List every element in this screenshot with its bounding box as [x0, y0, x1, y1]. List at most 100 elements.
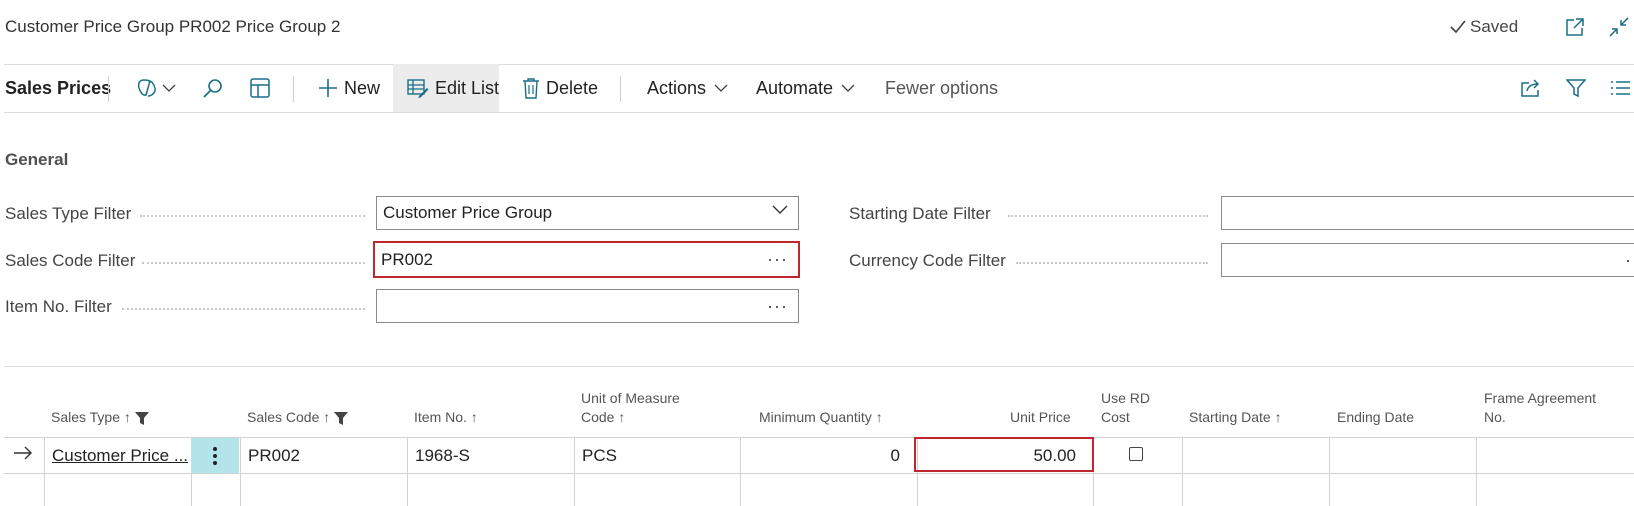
label-leader-dots	[122, 308, 365, 310]
grid-col-line	[407, 437, 408, 506]
starting-date-filter-input[interactable]	[1221, 196, 1634, 230]
collapse-icon[interactable]	[1607, 15, 1631, 39]
fewer-options-button[interactable]: Fewer options	[885, 64, 998, 112]
toolbar-page-title: Sales Prices	[5, 77, 112, 98]
chevron-down-icon	[841, 84, 855, 92]
grid-row-line	[4, 437, 1634, 438]
chevron-down-icon	[714, 84, 728, 92]
currency-code-filter-label: Currency Code Filter	[849, 251, 1006, 270]
filter-icon	[134, 411, 149, 425]
sort-up-icon: ↑	[875, 409, 883, 425]
label-leader-dots	[142, 262, 365, 264]
col-header-label: Sales Type	[51, 409, 121, 425]
use-rd-cost-checkbox[interactable]	[1129, 447, 1143, 461]
share-button[interactable]	[1520, 64, 1542, 112]
item-no-filter-input[interactable]: ···	[376, 289, 799, 323]
col-header-label: Item No.	[414, 409, 467, 425]
toolbar-separator	[108, 76, 109, 102]
plus-icon	[318, 78, 338, 98]
edit-grid-icon	[407, 78, 429, 98]
list-icon	[1610, 79, 1630, 97]
share-icon	[1520, 78, 1542, 98]
actions-menu[interactable]: Actions	[647, 64, 728, 112]
cell-sales-type[interactable]: Customer Price ...	[52, 446, 188, 466]
layout-button[interactable]	[249, 64, 271, 112]
sales-code-filter-input[interactable]: PR002 ···	[373, 241, 800, 278]
grid-col-line	[240, 437, 241, 506]
automate-label: Automate	[756, 77, 834, 98]
col-header-label: Unit of Measure	[581, 390, 680, 406]
edit-list-button[interactable]: Edit List	[393, 64, 499, 112]
col-header-label: Code	[581, 409, 615, 425]
col-header-unit-of-measure-code[interactable]: Unit of Measure Code ↑	[581, 389, 680, 427]
saved-status: Saved	[1450, 17, 1518, 37]
actions-label: Actions	[647, 77, 707, 98]
sales-type-filter-select[interactable]: Customer Price Group	[376, 196, 799, 230]
page-title: Customer Price Group PR002 Price Group 2	[5, 17, 341, 36]
col-header-unit-price[interactable]: Unit Price	[1010, 408, 1071, 427]
search-icon	[202, 77, 224, 99]
grid-col-line	[1182, 437, 1183, 506]
checkmark-icon	[1450, 20, 1466, 34]
col-header-sales-code[interactable]: Sales Code ↑	[247, 408, 349, 427]
search-button[interactable]	[202, 64, 224, 112]
layout-icon	[249, 77, 271, 99]
cell-unit-of-measure[interactable]: PCS	[582, 446, 617, 466]
col-header-frame-agreement-no[interactable]: Frame Agreement No.	[1484, 389, 1596, 427]
more-vertical-icon	[212, 446, 218, 466]
filter-icon	[1566, 78, 1586, 98]
col-header-sales-type[interactable]: Sales Type ↑	[51, 408, 149, 427]
new-button[interactable]: New	[318, 64, 380, 112]
lookup-ellipsis-icon[interactable]: ···	[1625, 250, 1634, 271]
divider	[4, 366, 1634, 367]
sales-code-filter-value: PR002	[381, 249, 433, 269]
col-header-ending-date[interactable]: Ending Date	[1337, 408, 1414, 427]
list-view-button[interactable]	[1610, 64, 1630, 112]
sales-type-filter-label: Sales Type Filter	[5, 204, 132, 223]
sort-up-icon: ↑	[123, 409, 131, 425]
cell-minimum-quantity[interactable]: 0	[748, 446, 900, 466]
saved-label: Saved	[1470, 17, 1519, 36]
col-header-label: Starting Date	[1189, 409, 1271, 425]
filter-icon	[334, 411, 349, 425]
filter-button[interactable]	[1566, 64, 1586, 112]
sales-code-filter-label: Sales Code Filter	[5, 251, 136, 270]
col-header-use-rd-cost[interactable]: Use RD Cost	[1101, 389, 1150, 427]
delete-label: Delete	[546, 77, 599, 98]
cell-unit-price[interactable]: 50.00	[924, 446, 1076, 466]
open-new-window-icon[interactable]	[1563, 15, 1587, 39]
automate-menu[interactable]: Automate	[756, 64, 855, 112]
starting-date-filter-label: Starting Date Filter	[849, 204, 991, 223]
col-header-label: Frame Agreement	[1484, 390, 1597, 406]
action-bar: Sales Prices New Edit List Delete Action…	[0, 64, 1634, 112]
copilot-button[interactable]	[136, 64, 176, 112]
sort-up-icon: ↑	[323, 409, 331, 425]
section-heading-general[interactable]: General	[5, 150, 68, 170]
item-no-filter-label: Item No. Filter	[5, 297, 112, 316]
col-header-item-no[interactable]: Item No. ↑	[414, 408, 478, 427]
toolbar-separator	[620, 76, 621, 102]
cell-sales-code[interactable]: PR002	[248, 446, 300, 466]
col-header-label: Sales Code	[247, 409, 320, 425]
grid-row-line	[4, 473, 1634, 474]
col-header-label: Use RD	[1101, 390, 1151, 406]
label-leader-dots	[1016, 262, 1208, 264]
grid-col-line	[1476, 437, 1477, 506]
sort-up-icon: ↑	[1274, 409, 1282, 425]
col-header-minimum-quantity[interactable]: Minimum Quantity ↑	[759, 408, 883, 427]
col-header-starting-date[interactable]: Starting Date ↑	[1189, 408, 1282, 427]
current-row-arrow-icon	[13, 446, 33, 460]
trash-icon	[522, 77, 540, 99]
delete-button[interactable]: Delete	[522, 64, 598, 112]
row-actions-menu[interactable]	[191, 438, 239, 473]
lookup-ellipsis-icon[interactable]: ···	[767, 296, 788, 317]
col-header-label: No.	[1484, 409, 1506, 425]
grid-col-line	[1329, 437, 1330, 506]
cell-item-no[interactable]: 1968-S	[415, 446, 470, 466]
currency-code-filter-input[interactable]: ···	[1221, 243, 1634, 277]
lookup-ellipsis-icon[interactable]: ···	[767, 249, 788, 270]
toolbar-separator	[293, 76, 294, 102]
chevron-down-icon	[162, 84, 176, 92]
grid-col-line	[740, 437, 741, 506]
divider	[4, 112, 1634, 113]
